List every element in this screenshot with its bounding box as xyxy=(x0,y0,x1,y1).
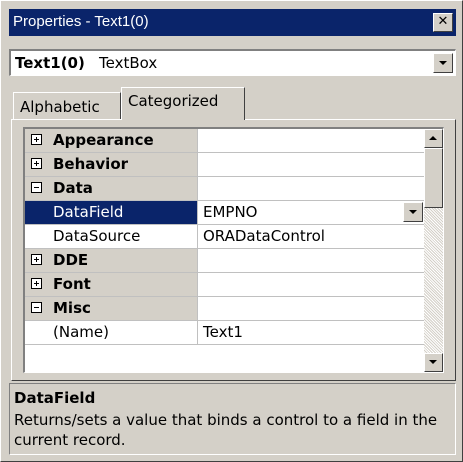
category-label: Appearance xyxy=(53,131,154,149)
category-label: Misc xyxy=(53,299,91,317)
property-label: DataSource xyxy=(53,227,141,245)
property-grid: Appearance Behavior Data DataField EMPNO xyxy=(23,127,444,373)
value-dropdown-button[interactable] xyxy=(403,202,423,222)
object-selector[interactable]: Text1(0) TextBox xyxy=(9,49,456,76)
property-name-cell: Data xyxy=(25,177,198,200)
property-name-cell: (Name) xyxy=(25,321,198,344)
window-title: Properties - Text1(0) xyxy=(13,13,149,30)
property-value: Text1 xyxy=(203,323,243,341)
property-label: DataField xyxy=(53,203,124,221)
property-name-cell: DataField xyxy=(25,201,198,224)
property-name-cell: Font xyxy=(25,273,198,296)
property-row-name[interactable]: (Name) Text1 xyxy=(25,321,425,345)
property-value-cell[interactable]: Text1 xyxy=(199,321,425,344)
chevron-down-icon xyxy=(439,61,447,65)
tab-label: Alphabetic xyxy=(20,98,100,116)
scroll-up-button[interactable] xyxy=(424,129,443,148)
property-value-cell xyxy=(199,249,425,272)
property-label: (Name) xyxy=(53,323,109,341)
chevron-down-icon xyxy=(429,360,437,364)
property-value-cell xyxy=(199,153,425,176)
close-button[interactable]: ✕ xyxy=(433,13,453,32)
property-value-cell xyxy=(199,129,425,152)
category-label: DDE xyxy=(53,251,89,269)
object-type: TextBox xyxy=(99,54,158,72)
title-bar[interactable]: Properties - Text1(0) ✕ xyxy=(9,9,456,36)
description-text: Returns/sets a value that binds a contro… xyxy=(14,411,438,449)
description-pane: DataField Returns/sets a value that bind… xyxy=(9,383,456,455)
category-label: Behavior xyxy=(53,155,129,173)
tab-label: Categorized xyxy=(128,92,219,110)
plus-box-icon[interactable] xyxy=(31,254,42,265)
property-value-cell[interactable]: ORADataControl xyxy=(199,225,425,248)
minus-box-icon[interactable] xyxy=(31,302,42,313)
property-value: EMPNO xyxy=(203,203,258,221)
tab-alphabetic[interactable]: Alphabetic xyxy=(13,92,121,119)
properties-window: Properties - Text1(0) ✕ Text1(0) TextBox… xyxy=(0,0,463,462)
property-row-datafield[interactable]: DataField EMPNO xyxy=(25,201,425,225)
tab-categorized[interactable]: Categorized xyxy=(121,87,245,120)
vertical-scrollbar[interactable] xyxy=(424,129,443,372)
object-name: Text1(0) xyxy=(15,54,85,72)
object-selector-dropdown-button[interactable] xyxy=(433,53,453,73)
category-row-behavior[interactable]: Behavior xyxy=(25,153,425,177)
property-name-cell: Behavior xyxy=(25,153,198,176)
property-value-cell xyxy=(199,273,425,296)
plus-box-icon[interactable] xyxy=(31,278,42,289)
property-value-cell xyxy=(199,177,425,200)
category-row-data[interactable]: Data xyxy=(25,177,425,201)
plus-box-icon[interactable] xyxy=(31,158,42,169)
property-name-cell: DataSource xyxy=(25,225,198,248)
plus-box-icon[interactable] xyxy=(31,134,42,145)
category-row-dde[interactable]: DDE xyxy=(25,249,425,273)
description-title: DataField xyxy=(14,389,96,407)
property-row-datasource[interactable]: DataSource ORADataControl xyxy=(25,225,425,249)
category-row-misc[interactable]: Misc xyxy=(25,297,425,321)
property-value-cell xyxy=(199,297,425,320)
chevron-up-icon xyxy=(429,136,437,140)
category-label: Data xyxy=(53,179,93,197)
scroll-thumb[interactable] xyxy=(424,148,443,208)
chevron-down-icon xyxy=(409,210,417,214)
minus-box-icon[interactable] xyxy=(31,182,42,193)
property-name-cell: Misc xyxy=(25,297,198,320)
scroll-down-button[interactable] xyxy=(424,353,443,372)
close-icon: ✕ xyxy=(437,14,449,29)
category-row-appearance[interactable]: Appearance xyxy=(25,129,425,153)
category-label: Font xyxy=(53,275,91,293)
property-value-cell[interactable]: EMPNO xyxy=(199,201,425,224)
property-name-cell: DDE xyxy=(25,249,198,272)
property-value: ORADataControl xyxy=(203,227,325,245)
property-name-cell: Appearance xyxy=(25,129,198,152)
category-row-font[interactable]: Font xyxy=(25,273,425,297)
